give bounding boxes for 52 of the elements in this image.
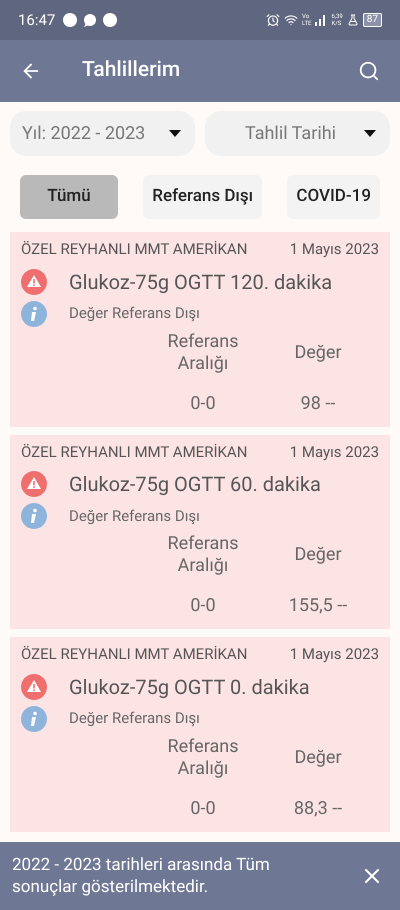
dropdown-caret-icon	[364, 130, 376, 137]
info-icon	[21, 706, 47, 732]
clock: 16:47	[18, 10, 56, 31]
info-icon	[21, 300, 47, 326]
column-header: Değer	[293, 342, 343, 364]
test-name: Glukoz-75g OGTT 0. dakika	[69, 674, 310, 700]
column-header: Referans Aralığı	[166, 736, 240, 780]
result-card[interactable]: ÖZEL REYHANLI MMT AMERİKAN 1 Mayıs 2023 Glukoz-75g OGTT 120. dakika Değer Referans Dışı Referans Aralığı Değer 0-0 98 --	[10, 232, 390, 426]
dropdown-caret-icon	[169, 130, 181, 137]
warning-icon	[21, 268, 47, 294]
column-header: Değer	[293, 544, 343, 566]
warning-icon	[21, 674, 47, 700]
filter-tab[interactable]: COVID-19	[287, 175, 380, 219]
reference-range: 0-0	[189, 798, 217, 820]
alarm-icon	[266, 13, 280, 27]
status-text: Değer Referans Dışı	[69, 303, 200, 324]
dropdown-field[interactable]: Tahlil Tarihi	[205, 111, 390, 156]
notification-dot-icon	[63, 13, 78, 27]
filter-tab[interactable]: Referans Dışı	[143, 175, 262, 219]
reference-range: 0-0	[189, 392, 217, 414]
result-value: 155,5 --	[288, 595, 348, 617]
column-header: Referans Aralığı	[166, 330, 240, 374]
result-date: 1 Mayıs 2023	[290, 239, 379, 260]
notification-dot-icon	[103, 13, 118, 27]
filter-tab[interactable]: Tümü	[20, 175, 118, 219]
dropdown-field[interactable]: Yıl: 2022 - 2023	[10, 111, 195, 156]
app-bar-title: Tahlillerim	[82, 57, 180, 84]
search-icon[interactable]	[358, 60, 380, 82]
result-card[interactable]: ÖZEL REYHANLI MMT AMERİKAN 1 Mayıs 2023 Glukoz-75g OGTT 0. dakika Değer Referans Dışı Referans Aralığı Değer 0-0 88,3 --	[10, 637, 390, 832]
reference-range: 0-0	[189, 595, 217, 617]
battery-indicator: 87	[362, 13, 382, 27]
flask-icon	[346, 14, 359, 26]
result-date: 1 Mayıs 2023	[290, 644, 379, 665]
lab-name: ÖZEL REYHANLI MMT AMERİKAN	[21, 644, 248, 665]
result-value: 98 --	[300, 392, 336, 414]
lab-name: ÖZEL REYHANLI MMT AMERİKAN	[21, 442, 248, 462]
chat-bubble-icon	[83, 13, 98, 27]
result-value: 88,3 --	[292, 798, 344, 820]
result-card[interactable]: ÖZEL REYHANLI MMT AMERİKAN 1 Mayıs 2023 Glukoz-75g OGTT 60. dakika Değer Referans Dışı Referans Aralığı Değer 0-0 155,5 --	[10, 434, 390, 629]
snackbar-message: 2022 - 2023 tarihleri arasında Tüm sonuçlar gösterilmektedir.	[12, 854, 271, 898]
info-icon	[21, 503, 47, 529]
signal-icon	[315, 14, 328, 26]
status-text: Değer Referans Dışı	[69, 708, 200, 730]
test-name: Glukoz-75g OGTT 120. dakika	[69, 268, 332, 296]
column-header: Referans Aralığı	[166, 533, 240, 577]
wifi-icon	[284, 13, 298, 27]
status-text: Değer Referans Dışı	[69, 506, 200, 527]
column-header: Değer	[293, 746, 343, 768]
test-name: Glukoz-75g OGTT 60. dakika	[69, 471, 321, 498]
lab-name: ÖZEL REYHANLI MMT AMERİKAN	[21, 239, 248, 260]
result-date: 1 Mayıs 2023	[290, 442, 379, 462]
warning-icon	[21, 471, 47, 497]
